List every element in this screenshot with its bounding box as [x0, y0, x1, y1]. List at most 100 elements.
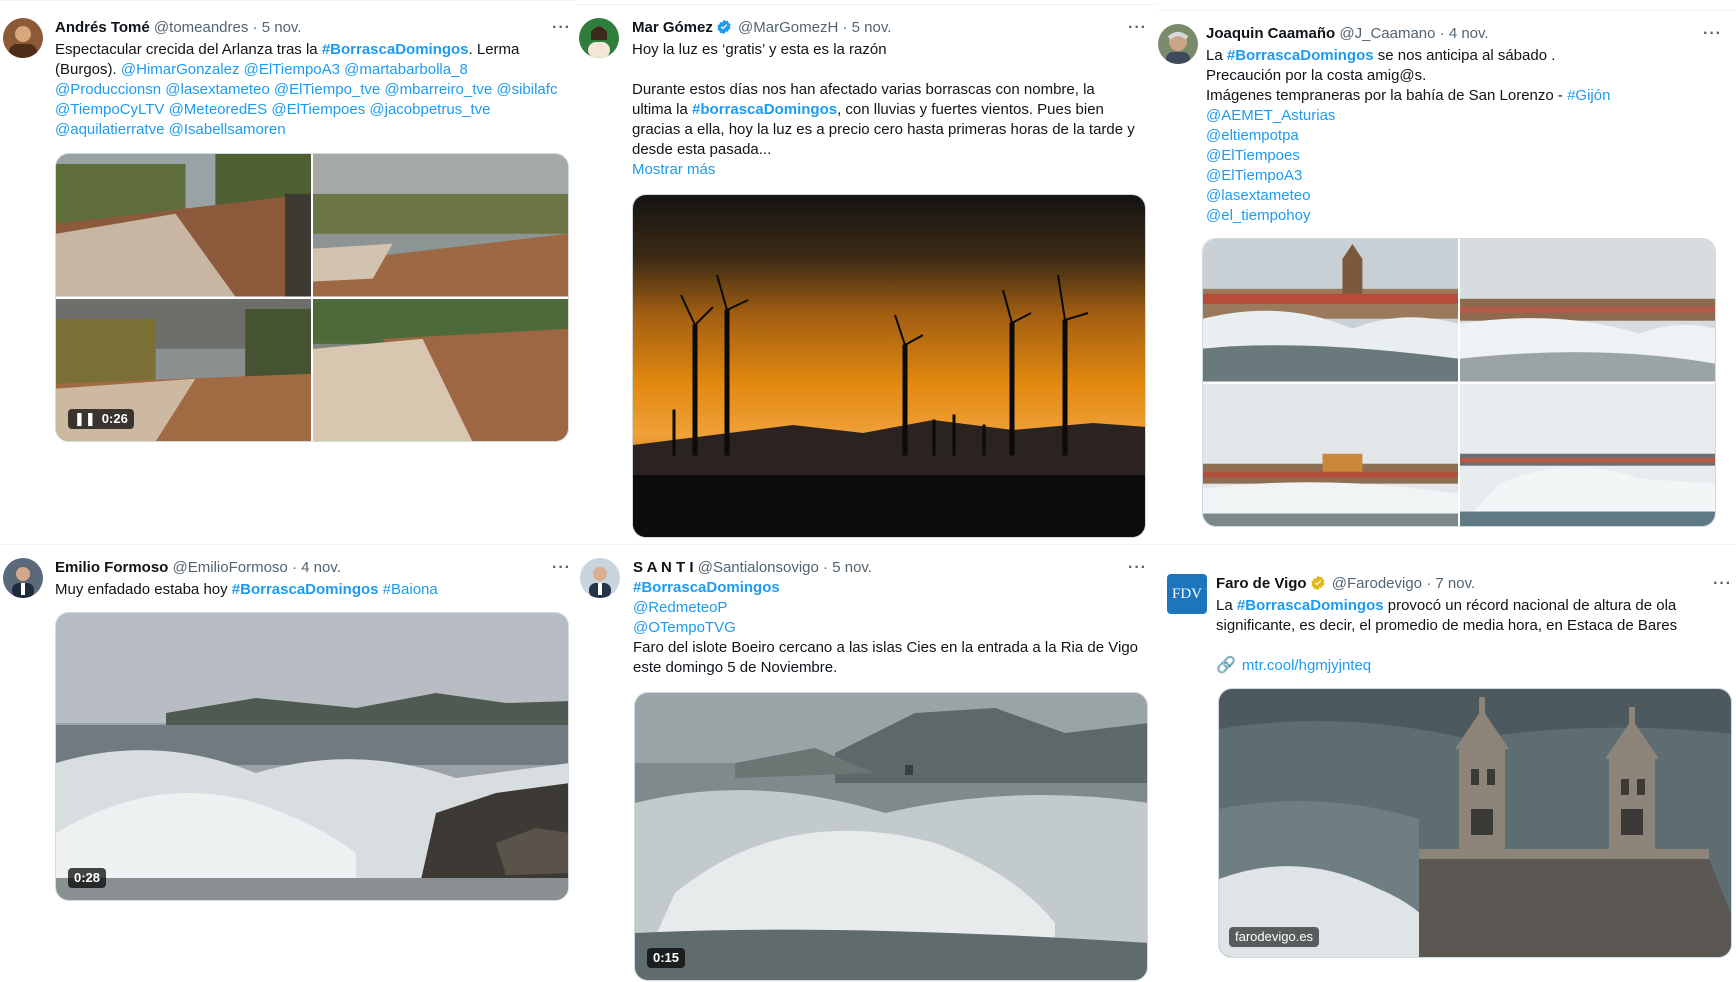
author-handle[interactable]: @J_Caamano [1339, 25, 1435, 42]
show-more-link[interactable]: Mostrar más [632, 160, 1135, 180]
tweet-andres-tome[interactable]: Andrés Tomé @tomeandres · 5 nov. ··· Esp… [0, 0, 576, 540]
text-line: gracias a ella, hoy la luz es a precio c… [632, 121, 1135, 138]
author-handle[interactable]: @EmilioFormoso [173, 559, 288, 576]
avatar[interactable] [1158, 24, 1198, 64]
tweet-text: Hoy la luz es ‘gratis’ y esta es la razó… [632, 40, 1135, 180]
link-card[interactable]: 🔗 mtr.cool/hgmjyjnteq [1216, 656, 1371, 676]
mention-link[interactable]: @AEMET_Asturias [1206, 106, 1610, 126]
avatar[interactable] [579, 18, 619, 58]
mention-links[interactable]: @TiempoCyLTV @MeteoredES @ElTiempoes @ja… [55, 100, 557, 120]
separator-dot: · [291, 559, 297, 576]
video-duration-badge: 0:15 [647, 948, 686, 968]
tweet-date[interactable]: 5 nov. [852, 19, 892, 36]
author-handle[interactable]: @MarGomezH [738, 19, 838, 36]
mention-links[interactable]: @aquilatierratve @Isabellsamoren [55, 120, 557, 140]
text-segment: provocó un récord nacional de altura de … [1383, 597, 1677, 614]
author-handle[interactable]: @Santialonsovigo [698, 559, 819, 576]
media-photo[interactable] [313, 154, 568, 297]
hashtag-link[interactable]: #BorrascaDomingos [322, 41, 469, 58]
tweet-text: #BorrascaDomingos @RedmeteoP @OTempoTVG … [633, 578, 1138, 678]
text-segment: se nos anticipa al sábado . [1373, 47, 1556, 64]
tweet-mar-gomez[interactable]: Mar Gómez @MarGomezH · 5 nov. ··· Hoy la… [576, 4, 1158, 544]
hashtag-link[interactable]: #BorrascaDomingos [1227, 47, 1374, 64]
tweet-header: Joaquin Caamaño @J_Caamano · 4 nov. [1206, 24, 1489, 44]
more-options-icon[interactable]: ··· [1713, 576, 1732, 592]
media-grid[interactable] [1202, 238, 1716, 527]
media-photo[interactable] [1460, 239, 1715, 382]
link-url[interactable]: mtr.cool/hgmjyjnteq [1242, 657, 1371, 674]
site-badge: farodevigo.es [1229, 927, 1320, 947]
media-grid[interactable]: ❚❚ 0:26 [55, 153, 569, 442]
avatar[interactable] [3, 18, 43, 58]
hashtag-link[interactable]: #BorrascaDomingos [633, 578, 1138, 598]
author-name[interactable]: Andrés Tomé [55, 19, 150, 36]
author-name[interactable]: Joaquin Caamaño [1206, 25, 1335, 42]
tweet-date[interactable]: 4 nov. [301, 559, 341, 576]
author-handle[interactable]: @Farodevigo [1332, 575, 1422, 592]
more-options-icon[interactable]: ··· [1128, 20, 1147, 36]
separator-dot: · [252, 19, 258, 36]
hashtag-link[interactable]: #BorrascaDomingos [1237, 597, 1384, 614]
verified-badge-icon[interactable] [1310, 575, 1326, 591]
media-video[interactable]: 0:28 [55, 612, 569, 901]
mention-link[interactable]: @ElTiempoA3 [1206, 166, 1610, 186]
media-photo[interactable] [1203, 239, 1458, 382]
hashtag-link[interactable]: #BorrascaDomingos [232, 581, 379, 598]
text-segment: (Burgos). [55, 61, 121, 78]
separator-dot: · [842, 19, 848, 36]
media-photo[interactable]: farodevigo.es [1218, 688, 1732, 958]
author-name[interactable]: Mar Gómez [632, 19, 713, 36]
text-line: desde esta pasada... [632, 141, 772, 158]
media-photo[interactable] [313, 298, 568, 441]
separator-dot: · [823, 559, 829, 576]
text-line: este domingo 5 de Noviembre. [633, 659, 838, 676]
mention-links[interactable]: @HimarGonzalez @ElTiempoA3 @martabarboll… [121, 61, 468, 78]
mention-link[interactable]: @el_tiempohoy [1206, 206, 1610, 226]
media-photo[interactable] [1460, 383, 1715, 526]
avatar[interactable]: FDV [1167, 574, 1207, 614]
separator-dot: · [1439, 25, 1445, 42]
tweet-santi[interactable]: S A N T I @Santialonsovigo · 5 nov. ··· … [576, 544, 1158, 982]
video-duration-badge: 0:28 [68, 868, 107, 888]
mention-link[interactable]: @RedmeteoP [633, 598, 1138, 618]
mention-link[interactable]: @ElTiempoes [1206, 146, 1610, 166]
more-options-icon[interactable]: ··· [1128, 560, 1147, 576]
separator-dot: · [1426, 575, 1432, 592]
video-duration-badge: ❚❚ 0:26 [68, 409, 134, 429]
mention-link[interactable]: @lasextameteo [1206, 186, 1610, 206]
text-segment: , con lluvias y fuertes vientos. Pues bi… [837, 101, 1104, 118]
hashtag-link[interactable]: #borrascaDomingos [692, 101, 837, 118]
mention-links[interactable]: @Produccionsn @lasextameteo @ElTiempo_tv… [55, 80, 557, 100]
author-handle[interactable]: @tomeandres [154, 19, 248, 36]
media-video[interactable]: 0:15 [634, 692, 1148, 981]
tweet-faro-de-vigo[interactable]: FDV Faro de Vigo @Farodevigo · 7 nov. ··… [1158, 544, 1736, 982]
tweet-date[interactable]: 4 nov. [1449, 25, 1489, 42]
more-options-icon[interactable]: ··· [552, 20, 571, 36]
more-options-icon[interactable]: ··· [1703, 26, 1722, 42]
media-photo[interactable] [632, 194, 1146, 538]
tweet-date[interactable]: 5 nov. [832, 559, 872, 576]
more-options-icon[interactable]: ··· [552, 560, 571, 576]
text-segment: Espectacular crecida del Arlanza tras la [55, 41, 322, 58]
tweet-emilio-formoso[interactable]: Emilio Formoso @EmilioFormoso · 4 nov. ·… [0, 544, 576, 982]
hashtag-link[interactable]: #Gijón [1567, 87, 1610, 104]
media-photo[interactable] [56, 154, 311, 297]
tweet-date[interactable]: 5 nov. [262, 19, 302, 36]
text-segment: Muy enfadado estaba hoy [55, 581, 232, 598]
hashtag-link[interactable]: #Baiona [379, 581, 438, 598]
media-photo[interactable] [1203, 383, 1458, 526]
author-name[interactable]: Emilio Formoso [55, 559, 168, 576]
avatar[interactable] [580, 558, 620, 598]
mention-link[interactable]: @eltiempotpa [1206, 126, 1610, 146]
text-segment: ultima la [632, 101, 693, 118]
avatar[interactable] [3, 558, 43, 598]
tweet-joaquin-caamano[interactable]: Joaquin Caamaño @J_Caamano · 4 nov. ··· … [1158, 10, 1736, 550]
tweet-date[interactable]: 7 nov. [1435, 575, 1475, 592]
verified-badge-icon[interactable] [716, 19, 732, 35]
text-segment: La [1216, 597, 1237, 614]
pause-icon[interactable]: ❚❚ [74, 411, 96, 427]
author-name[interactable]: S A N T I [633, 559, 694, 576]
text-line: Precaución por la costa amig@s. [1206, 67, 1427, 84]
mention-link[interactable]: @OTempoTVG [633, 618, 1138, 638]
author-name[interactable]: Faro de Vigo [1216, 575, 1307, 592]
